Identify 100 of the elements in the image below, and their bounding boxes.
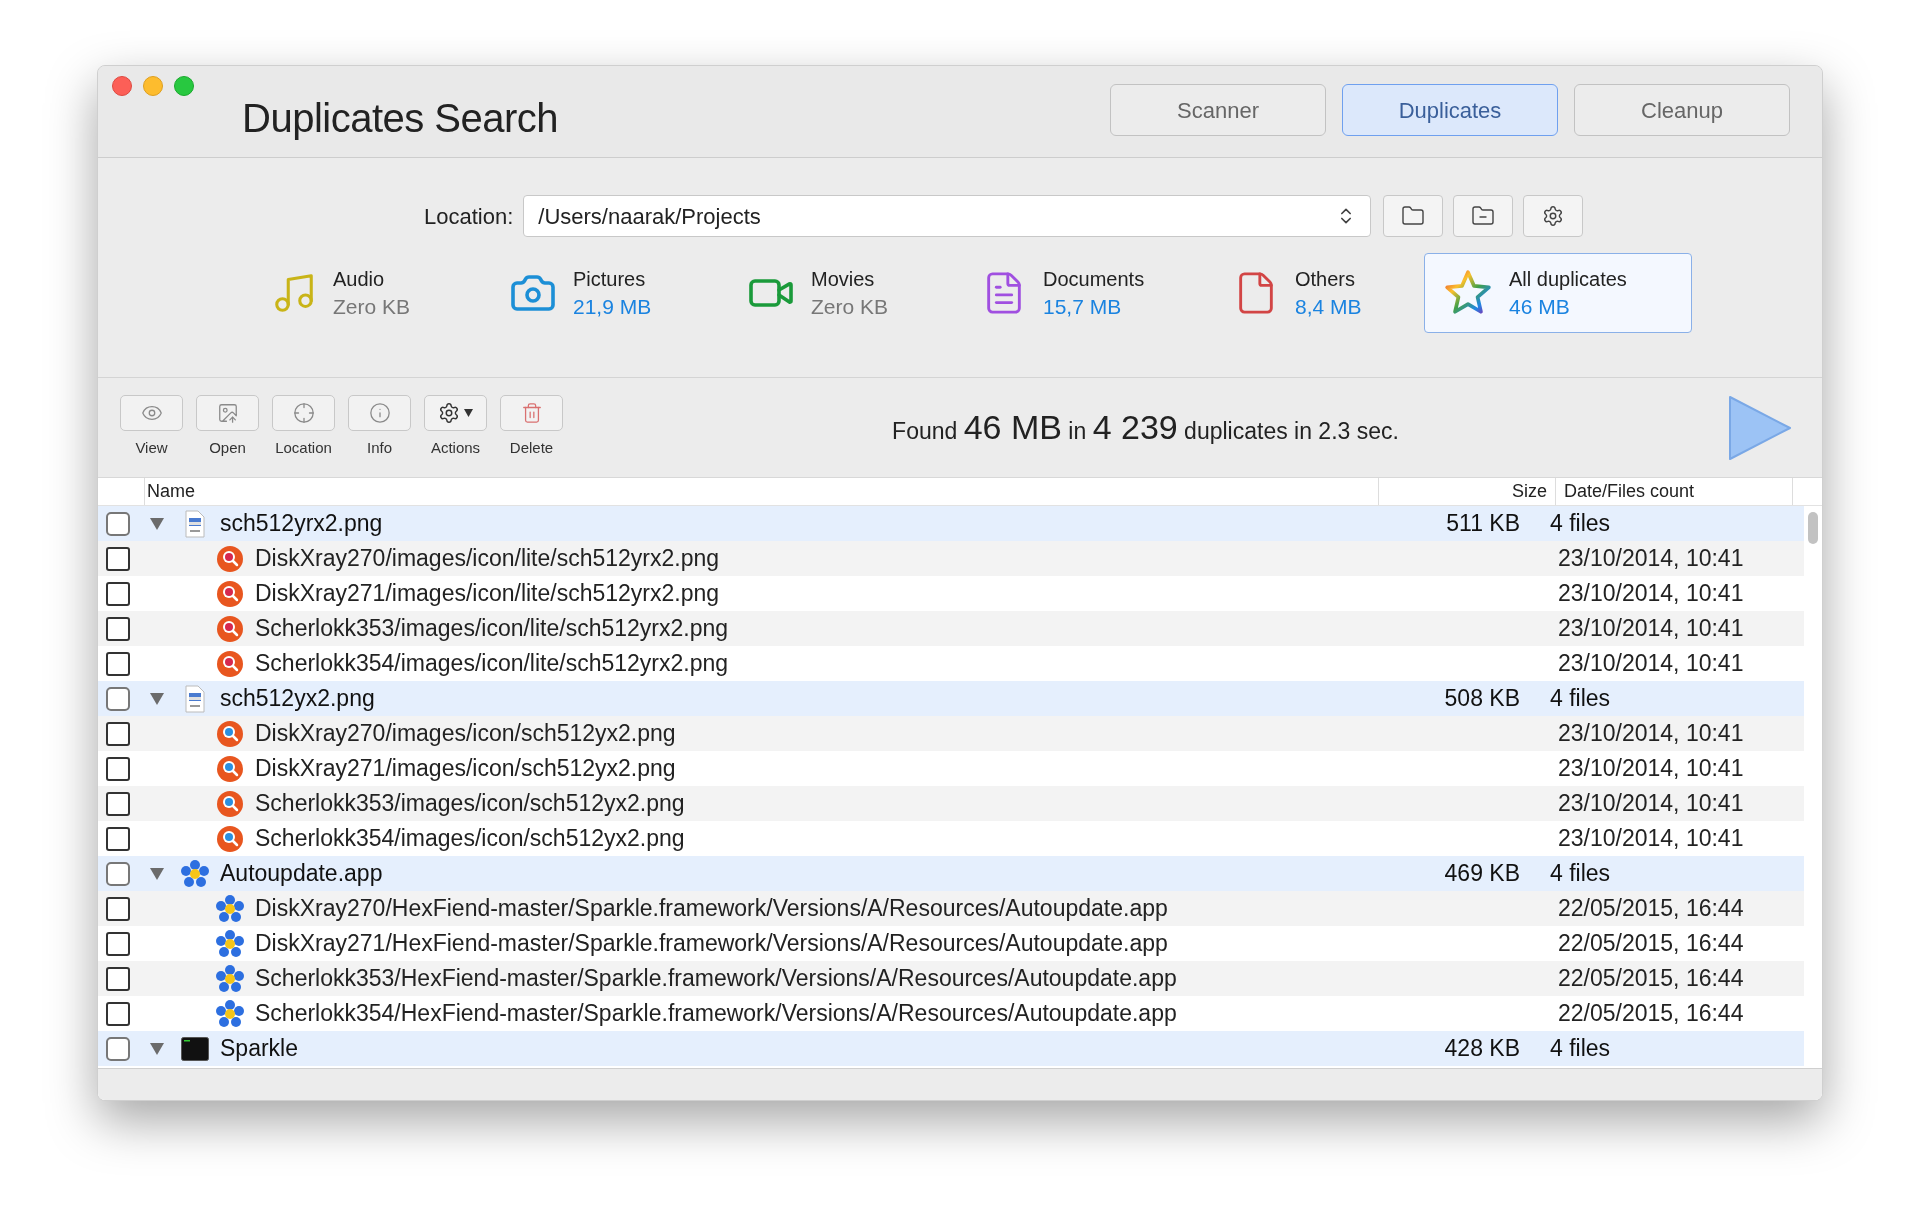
file-path: Scherlokk354/HexFiend-master/Sparkle.framework/Versions/A/Resources/Autoupdate.app (255, 999, 1178, 1029)
toolbar-button[interactable]: View (120, 395, 183, 460)
disclosure-triangle-icon[interactable] (150, 517, 164, 530)
file-date: 22/05/2015, 16:44 (1558, 929, 1744, 959)
magnifier-icon (216, 824, 244, 853)
category-filter[interactable]: Pictures 21,9 MB (488, 253, 714, 333)
file-path: DiskXray270/images/icon/sch512yx2.png (255, 719, 677, 749)
settings-button[interactable] (1523, 195, 1584, 237)
folder-remove-button[interactable] (1453, 195, 1514, 237)
toolbar-button[interactable]: Actions (424, 395, 487, 460)
group-row[interactable]: sch512yrx2.png 511 KB 4 files (98, 506, 1804, 541)
checkbox[interactable] (106, 511, 130, 536)
zoom-button[interactable] (174, 76, 194, 96)
group-row[interactable]: Autoupdate.app 469 KB 4 files (98, 856, 1804, 891)
tab[interactable]: Cleanup (1574, 84, 1790, 136)
molecule-icon (215, 928, 245, 959)
molecule-icon (180, 858, 210, 889)
file-row[interactable]: Scherlokk353/images/icon/lite/sch512yrx2.png 23/10/2014, 10:41 (98, 611, 1804, 646)
info-icon (348, 395, 411, 432)
checkbox[interactable] (106, 791, 130, 816)
disclosure-triangle-icon[interactable] (150, 1042, 164, 1055)
column-header[interactable]: Date/Files count (1555, 478, 1793, 505)
files-count: 4 files (1550, 859, 1611, 889)
disclosure-triangle-icon[interactable] (150, 867, 164, 880)
category-filter[interactable]: Others 8,4 MB (1212, 253, 1412, 333)
file-row[interactable]: Scherlokk353/HexFiend-master/Sparkle.framework/Versions/A/Resources/Autoupdate.app 22/05/2015, 16:44 (98, 961, 1804, 996)
file-path: DiskXray271/images/icon/lite/sch512yrx2.png (255, 579, 721, 609)
toolbar-button[interactable]: Open (196, 395, 259, 460)
file-path: DiskXray271/images/icon/sch512yx2.png (255, 754, 677, 784)
molecule-icon (215, 998, 245, 1029)
column-header[interactable]: Name (144, 478, 1378, 505)
terminal-icon (181, 1036, 209, 1061)
summary-text: Found 46 MB in 4 239 duplicates in 2.3 sec. (891, 407, 1400, 448)
file-row[interactable]: Scherlokk353/images/icon/sch512yx2.png 23/10/2014, 10:41 (98, 786, 1804, 821)
file-path: Scherlokk353/images/icon/lite/sch512yrx2.png (255, 614, 730, 644)
file-date: 23/10/2014, 10:41 (1558, 649, 1744, 679)
gear-icon (424, 395, 487, 432)
file-path: Scherlokk354/images/icon/sch512yx2.png (255, 824, 686, 854)
column-header[interactable]: Size (1378, 478, 1555, 505)
disclosure-triangle-icon[interactable] (150, 692, 164, 705)
group-row[interactable]: sch512yx2.png 508 KB 4 files (98, 681, 1804, 716)
file-date: 23/10/2014, 10:41 (1558, 789, 1744, 819)
file-row[interactable]: DiskXray270/images/icon/sch512yx2.png 23/10/2014, 10:41 (98, 716, 1804, 751)
file-date: 23/10/2014, 10:41 (1558, 719, 1744, 749)
magnifier-icon (216, 719, 244, 748)
folder-button[interactable] (1383, 195, 1444, 237)
checkbox[interactable] (106, 931, 130, 956)
file-date: 22/05/2015, 16:44 (1558, 894, 1744, 924)
checkbox[interactable] (106, 581, 130, 606)
group-row[interactable]: Sparkle 428 KB 4 files (98, 1031, 1804, 1066)
file-date: 23/10/2014, 10:41 (1558, 824, 1744, 854)
molecule-icon (215, 963, 245, 994)
checkbox[interactable] (106, 546, 130, 571)
magnifier-icon (216, 754, 244, 783)
checkbox[interactable] (106, 721, 130, 746)
file-name: Sparkle (220, 1034, 299, 1064)
file-size: 511 KB (1445, 509, 1520, 539)
category-filter[interactable]: Audio Zero KB (250, 253, 476, 333)
file-path: DiskXray270/HexFiend-master/Sparkle.framework/Versions/A/Resources/Autoupdate.app (255, 894, 1169, 924)
file-date: 22/05/2015, 16:44 (1558, 999, 1744, 1029)
file-name: Autoupdate.app (220, 859, 384, 889)
toolbar-button[interactable]: Info (348, 395, 411, 460)
checkbox[interactable] (106, 756, 130, 781)
category-filter[interactable]: All duplicates 46 MB (1424, 253, 1692, 333)
settings-icon (1542, 205, 1565, 227)
location-label: Location: (424, 202, 514, 231)
location-dropdown[interactable]: /Users/naarak/Projects (523, 195, 1372, 237)
image-upload-icon (196, 395, 259, 432)
file-date: 23/10/2014, 10:41 (1558, 614, 1744, 644)
category-filter[interactable]: Movies Zero KB (726, 253, 948, 333)
checkbox[interactable] (106, 1036, 130, 1061)
checkbox[interactable] (106, 616, 130, 641)
tab[interactable]: Scanner (1110, 84, 1326, 136)
file-size: 508 KB (1443, 684, 1520, 714)
file-date: 23/10/2014, 10:41 (1558, 544, 1744, 574)
checkbox[interactable] (106, 1001, 130, 1026)
file-date: 23/10/2014, 10:41 (1558, 754, 1744, 784)
checkbox[interactable] (106, 966, 130, 991)
file-date: 23/10/2014, 10:41 (1558, 579, 1744, 609)
file-row[interactable]: DiskXray270/HexFiend-master/Sparkle.framework/Versions/A/Resources/Autoupdate.app 22/05/2015, 16:44 (98, 891, 1804, 926)
png-file-icon (184, 684, 206, 713)
checkbox[interactable] (106, 896, 130, 921)
file-size: 428 KB (1443, 1034, 1520, 1064)
file-row[interactable]: DiskXray270/images/icon/lite/sch512yrx2.png 23/10/2014, 10:41 (98, 541, 1804, 576)
trash-icon (500, 395, 563, 432)
tab[interactable]: Duplicates (1342, 84, 1558, 136)
toolbar-button[interactable]: Location (272, 395, 335, 460)
file-name: sch512yrx2.png (220, 509, 384, 539)
checkbox[interactable] (106, 686, 130, 711)
window-title: Duplicates Search (242, 95, 559, 142)
eye-icon (120, 395, 183, 432)
close-button[interactable] (112, 76, 132, 96)
file-path: Scherlokk353/HexFiend-master/Sparkle.framework/Versions/A/Resources/Autoupdate.app (255, 964, 1178, 994)
checkbox[interactable] (106, 826, 130, 851)
toolbar-button[interactable]: Delete (500, 395, 563, 460)
checkbox[interactable] (106, 861, 130, 886)
files-count: 4 files (1550, 1034, 1611, 1064)
checkbox[interactable] (106, 651, 130, 676)
file-path: DiskXray271/HexFiend-master/Sparkle.framework/Versions/A/Resources/Autoupdate.app (255, 929, 1169, 959)
category-filter[interactable]: Documents 15,7 MB (960, 253, 1200, 333)
